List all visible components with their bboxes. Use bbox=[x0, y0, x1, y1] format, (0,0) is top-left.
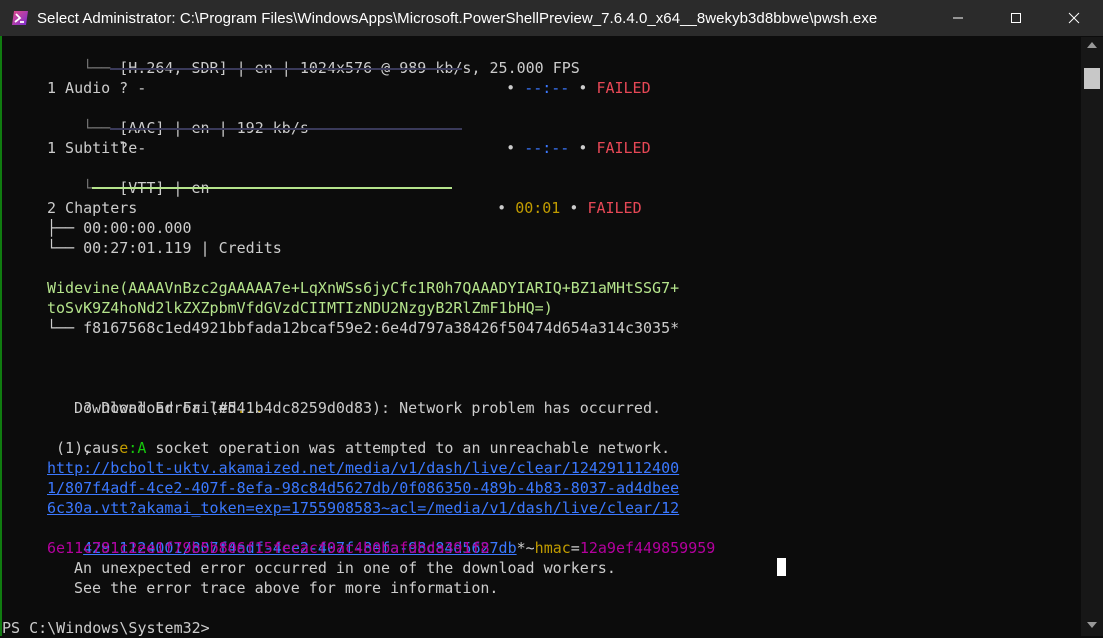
title-bar[interactable]: Select Administrator: C:\Program Files\W… bbox=[0, 0, 1103, 36]
video-status: FAILED bbox=[596, 79, 651, 97]
url-line-2[interactable]: 1/807f4adf-4ce2-407f-8efa-98c84d5627db/0… bbox=[47, 478, 679, 498]
audio-progress-status: • --:-- • FAILED bbox=[470, 118, 651, 157]
window-title: Select Administrator: C:\Program Files\W… bbox=[37, 9, 878, 27]
widevine-pssh-line-2: toSvK9Z4hoNd2lkZXZpbmVfdGVzdCIIMTIzNDU2N… bbox=[47, 299, 553, 317]
scrollbar[interactable] bbox=[1081, 37, 1103, 636]
audio-status: FAILED bbox=[596, 139, 651, 157]
video-progress-glyph: ? bbox=[119, 79, 129, 97]
scroll-down-icon[interactable] bbox=[1087, 622, 1097, 628]
video-track-info: └── [H.264, SDR] | en | 1024x576 @ 989 k… bbox=[83, 59, 580, 77]
text-cursor bbox=[777, 558, 786, 576]
url-line-3[interactable]: 6c30a.vtt?akamai_token=exp=1755908583~ac… bbox=[47, 498, 679, 518]
window-controls bbox=[929, 0, 1103, 36]
code-line: (1), bbox=[47, 439, 93, 457]
prompt[interactable]: PS C:\Windows\System32> bbox=[2, 618, 210, 638]
audio-heading: 1 Audio bbox=[47, 79, 111, 97]
subtitle-progress-sep-2: • bbox=[569, 199, 579, 217]
video-progress-time: --:-- bbox=[524, 79, 570, 97]
trace-line: See the error trace above for more infor… bbox=[74, 579, 499, 597]
chapter-item: └── 00:27:01.119 | Credits bbox=[47, 239, 282, 257]
video-progress-status: • --:-- • FAILED bbox=[470, 58, 651, 97]
url-line-1[interactable]: http://bcbolt-uktv.akamaized.net/media/v… bbox=[47, 458, 679, 478]
subtitle-progress-time: 00:01 bbox=[515, 199, 561, 217]
cause-rest: socket operation was attempted to an unr… bbox=[146, 439, 671, 457]
scrollbar-thumb[interactable] bbox=[1084, 68, 1100, 89]
download-failed-line: ? Download Failed... bbox=[47, 378, 264, 417]
hmac-equals: = bbox=[570, 539, 580, 557]
audio-track-info: └── [AAC] | en | 192 kb/s bbox=[83, 119, 309, 137]
terminal-output[interactable]: └── [H.264, SDR] | en | 1024x576 @ 989 k… bbox=[0, 37, 1080, 638]
video-progress-sep: • bbox=[506, 79, 516, 97]
chapters-heading: 2 Chapters bbox=[47, 199, 138, 217]
subtitle-progress-status: • 00:01 • FAILED bbox=[461, 178, 642, 217]
hmac-key: hmac bbox=[534, 539, 571, 557]
cause-line: cause:A socket operation was attempted t… bbox=[47, 418, 670, 457]
subtitle-progress-sep: • bbox=[497, 199, 507, 217]
cause-a: A bbox=[137, 439, 147, 457]
minimize-button[interactable] bbox=[929, 0, 987, 36]
audio-progress-dash: - bbox=[137, 139, 147, 157]
minimize-icon bbox=[953, 17, 963, 19]
close-icon bbox=[1068, 12, 1080, 24]
error-line: Download Error (#541b4dc8259d0d83): Netw… bbox=[74, 399, 661, 417]
close-button[interactable] bbox=[1045, 0, 1103, 36]
audio-progress-time: --:-- bbox=[524, 139, 570, 157]
audio-progress-sep-2: • bbox=[578, 139, 588, 157]
widevine-key: └── f8167568c1ed4921bbfada12bcaf59e2:6e4… bbox=[47, 319, 680, 337]
cause-e: e bbox=[119, 439, 129, 457]
video-progress-bar bbox=[110, 68, 462, 70]
chapter-item: ├── 00:00:00.000 bbox=[47, 219, 192, 237]
maximize-button[interactable] bbox=[987, 0, 1045, 36]
cause-colon: : bbox=[128, 439, 138, 457]
url-line-4: 42911124001/807f4adf-4ce2-407f-8efa-98c8… bbox=[47, 518, 715, 557]
subtitle-progress-bar bbox=[92, 187, 452, 189]
url-line-4-sep: *~ bbox=[516, 539, 535, 557]
widevine-pssh-line-1: Widevine(AAAAVnBzc2gAAAAA7e+LqXnWSs6jyCf… bbox=[47, 279, 680, 297]
hmac-value-cont: 6e11c781c2ee1f79b5b806f15fecacf9ac4b0baf… bbox=[47, 539, 490, 557]
maximize-icon bbox=[1011, 13, 1021, 23]
subtitle-track-info: └── [VTT] | en bbox=[83, 179, 210, 197]
audio-progress-bar bbox=[110, 128, 462, 130]
subtitle-status: FAILED bbox=[587, 199, 642, 217]
audio-progress-sep: • bbox=[506, 139, 516, 157]
video-progress-dash: - bbox=[137, 79, 147, 97]
video-progress-sep-2: • bbox=[578, 79, 588, 97]
scroll-up-icon[interactable] bbox=[1087, 42, 1097, 48]
hmac-value: 12a9ef449859959 bbox=[579, 539, 716, 557]
powershell-icon bbox=[11, 10, 29, 26]
subtitle-heading: 1 Subtitle bbox=[47, 139, 138, 157]
unexpected-error-line: An unexpected error occurred in one of t… bbox=[74, 559, 616, 577]
